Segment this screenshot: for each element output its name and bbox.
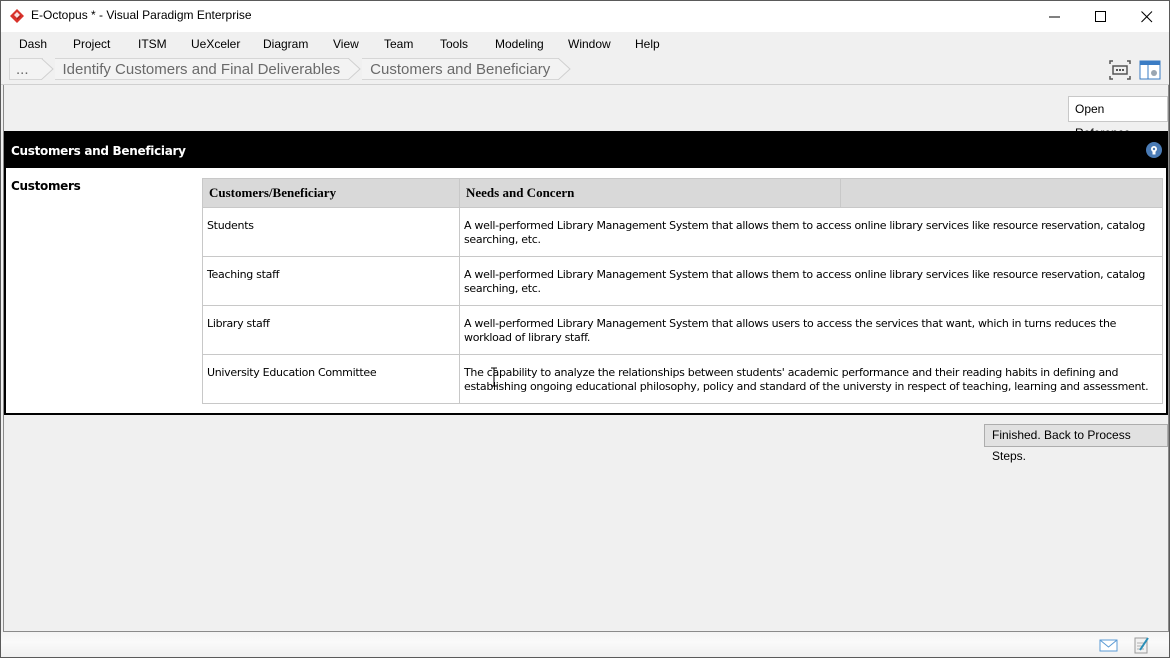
- cell-customer[interactable]: Teaching staff: [202, 256, 460, 306]
- column-header-needs[interactable]: Needs and Concern: [459, 178, 841, 208]
- menu-window[interactable]: Window: [568, 37, 611, 51]
- breadcrumb-end-icon: [558, 58, 572, 80]
- fit-screen-icon[interactable]: [1109, 60, 1131, 80]
- menu-help[interactable]: Help: [635, 37, 660, 51]
- menu-itsm[interactable]: ITSM: [138, 37, 167, 51]
- maximize-icon: [1095, 10, 1106, 22]
- cell-needs[interactable]: A well-performed Library Management Syst…: [459, 256, 1163, 306]
- column-header-empty[interactable]: [840, 178, 1163, 208]
- menu-diagram[interactable]: Diagram: [263, 37, 308, 51]
- close-icon: [1141, 10, 1153, 22]
- menu-bar: Dash Project ITSM UeXceler Diagram View …: [1, 32, 1169, 56]
- mail-icon[interactable]: [1099, 636, 1119, 654]
- breadcrumb-label: Identify Customers and Final Deliverable…: [62, 60, 341, 78]
- table-row[interactable]: Teaching staff A well-performed Library …: [202, 256, 1163, 306]
- lightbulb-icon[interactable]: [1146, 142, 1162, 158]
- breadcrumb-item-ellipsis[interactable]: ...: [9, 58, 41, 80]
- breadcrumb-label: Customers and Beneficiary: [370, 60, 551, 78]
- customers-beneficiary-panel: Customers and Beneficiary Customers Cust…: [4, 131, 1168, 415]
- text-cursor-icon: [491, 367, 497, 387]
- cell-customer[interactable]: Library staff: [202, 305, 460, 355]
- title-bar: E-Octopus * - Visual Paradigm Enterprise: [1, 1, 1169, 32]
- column-header-customers[interactable]: Customers/Beneficiary: [202, 178, 460, 208]
- menu-project[interactable]: Project: [73, 37, 110, 51]
- table-row[interactable]: Students A well-performed Library Manage…: [202, 207, 1163, 257]
- menu-uexceler[interactable]: UeXceler: [191, 37, 240, 51]
- minimize-button[interactable]: [1032, 1, 1078, 32]
- menu-view[interactable]: View: [333, 37, 359, 51]
- cell-needs[interactable]: The capability to analyze the relationsh…: [459, 354, 1163, 404]
- table-header-row: Customers/Beneficiary Needs and Concern: [202, 178, 1163, 208]
- close-button[interactable]: [1124, 1, 1170, 32]
- panel-header: Customers and Beneficiary: [6, 133, 1166, 168]
- maximize-button[interactable]: [1078, 1, 1124, 32]
- menu-modeling[interactable]: Modeling: [495, 37, 544, 51]
- breadcrumb-label: ...: [16, 60, 29, 78]
- breadcrumb: ... Identify Customers and Final Deliver…: [1, 56, 1169, 85]
- cell-needs[interactable]: A well-performed Library Management Syst…: [459, 305, 1163, 355]
- finished-back-button[interactable]: Finished. Back to Process Steps.: [984, 424, 1168, 463]
- table-row[interactable]: University Education Committee The capab…: [202, 354, 1163, 404]
- application-window: E-Octopus * - Visual Paradigm Enterprise…: [0, 0, 1170, 658]
- table-row[interactable]: Library staff A well-performed Library M…: [202, 305, 1163, 355]
- breadcrumb-separator-icon: [40, 58, 55, 80]
- breadcrumb-item-identify-customers[interactable]: Identify Customers and Final Deliverable…: [54, 58, 349, 80]
- menu-team[interactable]: Team: [384, 37, 413, 51]
- menu-dash[interactable]: Dash: [19, 37, 47, 51]
- status-bar: [1, 632, 1169, 657]
- breadcrumb-item-customers-beneficiary[interactable]: Customers and Beneficiary: [362, 58, 559, 80]
- panel-title: Customers and Beneficiary: [11, 144, 186, 158]
- cell-customer[interactable]: Students: [202, 207, 460, 257]
- window-title: E-Octopus * - Visual Paradigm Enterprise: [31, 8, 252, 22]
- main-content: Open Reference Customers and Beneficiary…: [3, 85, 1169, 632]
- cell-needs[interactable]: A well-performed Library Management Syst…: [459, 207, 1163, 257]
- cell-customer[interactable]: University Education Committee: [202, 354, 460, 404]
- edit-document-icon[interactable]: [1132, 636, 1152, 654]
- customers-table: Customers/Beneficiary Needs and Concern …: [202, 178, 1163, 404]
- open-reference-button[interactable]: Open Reference: [1068, 96, 1168, 140]
- minimize-icon: [1049, 16, 1060, 17]
- visual-paradigm-logo-icon: [10, 9, 24, 23]
- breadcrumb-separator-icon: [348, 58, 362, 80]
- menu-tools[interactable]: Tools: [440, 37, 468, 51]
- section-label-customers: Customers: [11, 179, 81, 193]
- panel-layout-icon[interactable]: [1139, 60, 1161, 80]
